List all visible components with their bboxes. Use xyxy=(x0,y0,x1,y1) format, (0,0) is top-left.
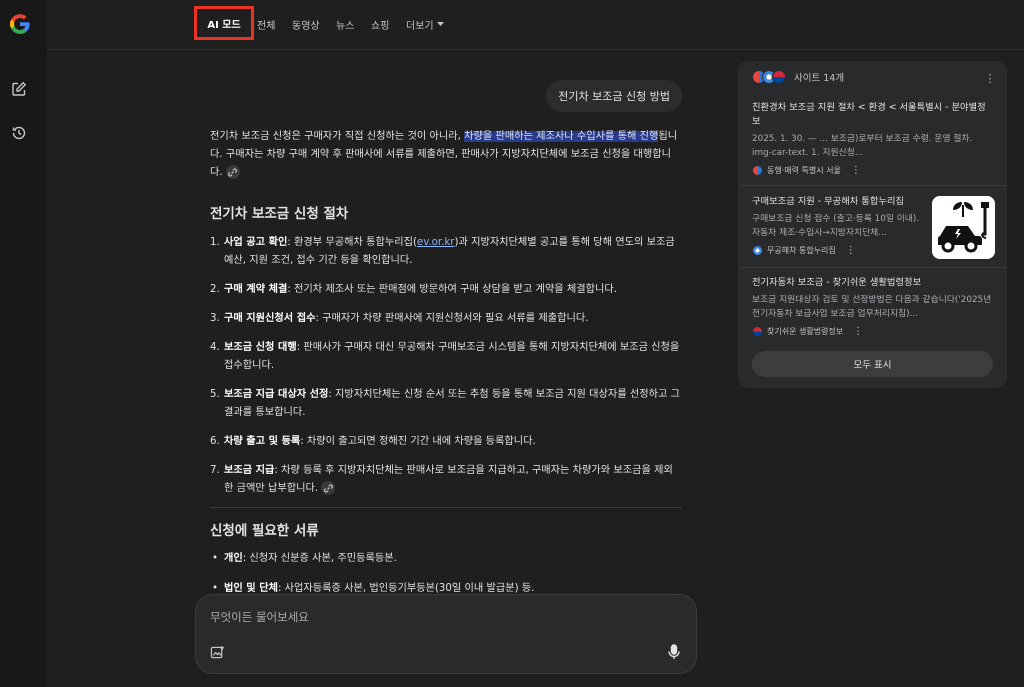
ev-favicon-icon xyxy=(752,245,763,256)
step-number: 5. xyxy=(210,389,220,400)
source-meta: 무공해차 통합누리집 ⋮ xyxy=(752,245,922,256)
step-text: : 환경부 무공해차 통합누리집( xyxy=(287,237,417,248)
highlighted-text: 차량을 판매하는 제조사나 수입사를 통해 진행 xyxy=(464,131,659,142)
step-number: 4. xyxy=(210,342,220,353)
microphone-icon[interactable] xyxy=(665,643,683,661)
step-number: 7. xyxy=(210,465,220,476)
answer-area: 전기차 보조금 신청 방법 전기차 보조금 신청은 구매자가 직접 신청하는 것… xyxy=(195,50,695,595)
doc-title: 개인 xyxy=(224,553,243,564)
step-title: 차량 출고 및 등록 xyxy=(224,436,301,447)
show-all-button[interactable]: 모두 표시 xyxy=(752,351,993,377)
more-vert-icon[interactable]: ⋮ xyxy=(846,245,856,256)
intro-text: 전기차 보조금 신청은 구매자가 직접 신청하는 것이 아니라, xyxy=(210,131,465,142)
more-vert-icon[interactable]: ⋮ xyxy=(851,165,861,176)
tab-label: AI 모드 xyxy=(207,19,241,31)
step-title: 보조금 지급 대상자 선정 xyxy=(224,389,329,400)
divider xyxy=(738,185,1007,186)
step-text: : 전기차 제조사 또는 판매점에 방문하여 구매 상담을 받고 계약을 체결합… xyxy=(287,284,617,295)
ev-site-link[interactable]: ev.or.kr xyxy=(417,237,455,248)
source-title: 친환경차 보조금 지원 절차 < 환경 < 서울특별시 - 분야별정보 xyxy=(752,102,986,127)
step-title: 보조금 지급 xyxy=(224,465,275,476)
step-text: : 차량이 출고되면 정해진 기간 내에 차량을 등록합니다. xyxy=(300,436,536,447)
link-icon[interactable] xyxy=(225,165,240,179)
list-item: 5. 보조금 지급 대상자 선정: 지방자치단체는 신청 순서 또는 추첨 등을 … xyxy=(210,386,680,422)
step-title: 구매 지원신청서 접수 xyxy=(224,313,316,324)
list-item: 6. 차량 출고 및 등록: 차량이 출고되면 정해진 기간 내에 차량을 등록합… xyxy=(210,433,680,451)
bullet: • xyxy=(212,583,219,594)
tab-more[interactable]: 더보기 xyxy=(406,17,444,32)
new-chat-icon[interactable] xyxy=(8,78,30,100)
more-vert-icon[interactable]: ⋮ xyxy=(985,71,996,85)
tab-videos[interactable]: 동영상 xyxy=(292,17,320,32)
law-favicon-icon xyxy=(772,70,786,84)
tab-label: 더보기 xyxy=(406,21,434,32)
step-title: 구매 계약 체결 xyxy=(224,284,288,295)
source-site: 찾기쉬운 생활법령정보 xyxy=(767,327,844,336)
docs-list: • 개인: 신청자 신분증 사본, 주민등록등본. • 법인 및 단체: 사업자등록… xyxy=(210,550,680,595)
step-number: 3. xyxy=(210,313,220,324)
sites-count-label: 사이트 14개 xyxy=(794,73,845,84)
list-item: • 개인: 신청자 신분증 사본, 주민등록등본. xyxy=(210,550,680,568)
ask-input[interactable] xyxy=(210,607,670,627)
ev-charging-thumbnail[interactable] xyxy=(932,196,995,259)
step-title: 사업 공고 확인 xyxy=(224,237,288,248)
source-site: 동행·매력 특별시 서울 xyxy=(767,166,841,175)
divider xyxy=(738,267,1007,268)
site-favicons xyxy=(752,70,786,84)
steps-list: 1. 사업 공고 확인: 환경부 무공해차 통합누리집(ev.or.kr)과 지방… xyxy=(210,234,680,509)
bullet: • xyxy=(212,553,219,564)
tab-all[interactable]: 전체 xyxy=(257,17,275,32)
user-query-bubble: 전기차 보조금 신청 방법 xyxy=(546,80,682,112)
list-item: 7. 보조금 지급: 차량 등록 후 지방자치단체는 판매사로 보조금을 지급하고… xyxy=(210,462,680,498)
sources-header[interactable]: 사이트 14개 xyxy=(752,70,844,84)
source-snippet: 구매보조금 신청 접수 (출고·등록 10일 이내). 자동차 제조·수입사→지… xyxy=(752,214,920,238)
step-title: 보조금 신청 대행 xyxy=(224,342,297,353)
source-meta: 동행·매력 특별시 서울 ⋮ xyxy=(752,165,994,176)
tab-shopping[interactable]: 쇼핑 xyxy=(371,17,389,32)
step-text: : 차량 등록 후 지방자치단체는 판매사로 보조금을 지급하고, 구매자는 차… xyxy=(224,465,673,494)
source-snippet: 2025. 1. 30. — ... 보조금)로부터 보조금 수령. 운영 절차… xyxy=(752,134,973,158)
source-snippet: 보조금 지원대상자 검토 및 선정방법은 다음과 같습니다('2025년 전기자… xyxy=(752,295,992,319)
law-favicon-icon xyxy=(752,326,763,337)
source-title: 구매보조금 지원 - 무공해차 통합누리집 xyxy=(752,196,905,207)
source-title: 전기자동차 보조금 - 찾기쉬운 생활법령정보 xyxy=(752,277,922,288)
source-card[interactable]: 구매보조금 지원 - 무공해차 통합누리집 구매보조금 신청 접수 (출고·등록… xyxy=(752,195,922,256)
image-upload-icon[interactable] xyxy=(208,643,226,661)
section-divider xyxy=(210,507,682,508)
list-item: 4. 보조금 신청 대행: 판매사가 구매자 대신 무공해차 구매보조금 시스템을… xyxy=(210,339,680,375)
step-number: 1. xyxy=(210,237,220,248)
list-item: 1. 사업 공고 확인: 환경부 무공해차 통합누리집(ev.or.kr)과 지방… xyxy=(210,234,680,270)
source-meta: 찾기쉬운 생활법령정보 ⋮ xyxy=(752,326,994,337)
step-text: : 구매자가 차량 판매사에 지원신청서와 필요 서류를 제출합니다. xyxy=(315,313,589,324)
top-nav: AI 모드 전체 동영상 뉴스 쇼핑 더보기 xyxy=(47,0,1024,50)
link-icon[interactable] xyxy=(321,481,336,495)
answer-intro: 전기차 보조금 신청은 구매자가 직접 신청하는 것이 아니라, 차량을 판매하… xyxy=(210,128,680,182)
history-icon[interactable] xyxy=(8,122,30,144)
list-item: 3. 구매 지원신청서 접수: 구매자가 차량 판매사에 지원신청서와 필요 서류… xyxy=(210,310,680,328)
sources-panel: 사이트 14개 ⋮ 친환경차 보조금 지원 절차 < 환경 < 서울특별시 - … xyxy=(738,61,1007,388)
doc-text: : 사업자등록증 사본, 법인등기부등본(30일 이내 발급분) 등. xyxy=(277,583,535,594)
list-item: • 법인 및 단체: 사업자등록증 사본, 법인등기부등본(30일 이내 발급분)… xyxy=(210,580,680,595)
seoul-favicon-icon xyxy=(752,165,763,176)
step-number: 2. xyxy=(210,284,220,295)
docs-heading: 신청에 필요한 서류 xyxy=(210,523,319,539)
tab-news[interactable]: 뉴스 xyxy=(336,17,354,32)
steps-heading: 전기차 보조금 신청 절차 xyxy=(210,206,349,222)
google-logo-icon[interactable] xyxy=(8,12,32,36)
source-card[interactable]: 친환경차 보조금 지원 절차 < 환경 < 서울특별시 - 분야별정보 2025… xyxy=(752,101,994,176)
step-number: 6. xyxy=(210,436,220,447)
ask-box xyxy=(195,594,697,674)
doc-text: : 신청자 신분증 사본, 주민등록등본. xyxy=(242,553,397,564)
doc-title: 법인 및 단체 xyxy=(224,583,278,594)
chevron-down-icon xyxy=(436,19,444,30)
more-vert-icon[interactable]: ⋮ xyxy=(853,326,863,337)
source-card[interactable]: 전기자동차 보조금 - 찾기쉬운 생활법령정보 보조금 지원대상자 검토 및 선… xyxy=(752,276,994,337)
list-item: 2. 구매 계약 체결: 전기차 제조사 또는 판매점에 방문하여 구매 상담을 … xyxy=(210,281,680,299)
left-rail xyxy=(0,0,47,687)
tab-ai-mode[interactable]: AI 모드 xyxy=(194,6,254,40)
source-site: 무공해차 통합누리집 xyxy=(767,246,836,255)
